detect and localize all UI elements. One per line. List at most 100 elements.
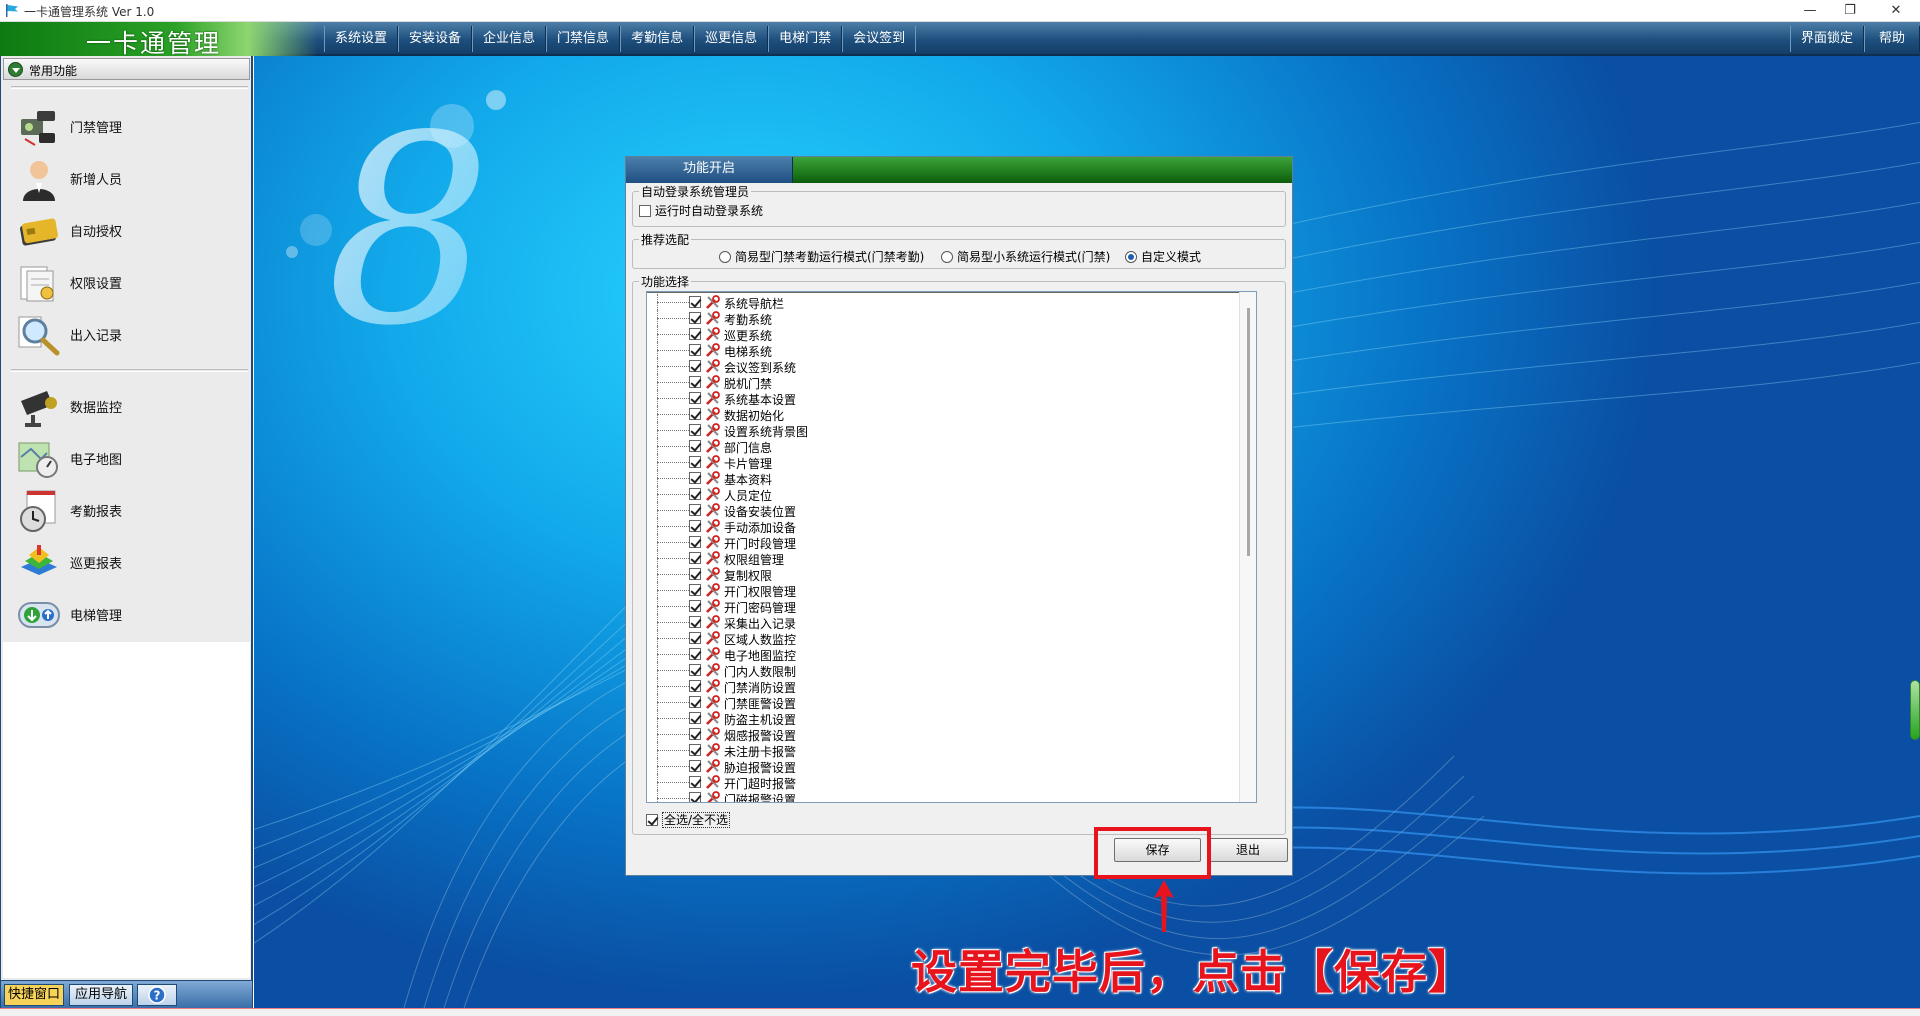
feature-item[interactable]: 考勤系统 (647, 310, 1207, 327)
tab-app-navigation[interactable]: 应用导航 (69, 984, 133, 1006)
feature-checkbox[interactable] (689, 376, 701, 388)
feature-checkbox[interactable] (689, 312, 701, 324)
feature-checkbox[interactable] (689, 488, 701, 500)
menu-attendance-info[interactable]: 考勤信息 (620, 26, 695, 52)
sidebar-item-auto-authorize[interactable]: 自动授权 (17, 205, 237, 255)
feature-checkbox[interactable] (689, 632, 701, 644)
feature-item[interactable]: 门磁报警设置 (647, 790, 1207, 802)
feature-checkbox[interactable] (689, 648, 701, 660)
feature-checkbox[interactable] (689, 760, 701, 772)
feature-checkbox[interactable] (689, 424, 701, 436)
feature-checkbox[interactable] (689, 792, 701, 802)
feature-checkbox[interactable] (689, 392, 701, 404)
help-tab[interactable]: ? (137, 984, 177, 1006)
feature-checkbox[interactable] (689, 616, 701, 628)
feature-item[interactable]: 门禁消防设置 (647, 678, 1207, 695)
mode-radio[interactable] (941, 250, 953, 263)
tree-scrollbar[interactable] (1239, 292, 1256, 802)
feature-item[interactable]: 卡片管理 (647, 454, 1207, 471)
sidebar-item-add-person[interactable]: 新增人员 (17, 153, 237, 203)
mode-option-simple-small[interactable]: 简易型小系统运行模式(门禁) (941, 248, 1110, 265)
mode-option-simple-attendance[interactable]: 简易型门禁考勤运行模式(门禁考勤) (719, 248, 924, 265)
sidebar-item-attendance-report[interactable]: 考勤报表 (17, 485, 237, 535)
feature-checkbox[interactable] (689, 520, 701, 532)
feature-item[interactable]: 电子地图监控 (647, 646, 1207, 663)
feature-checkbox[interactable] (689, 776, 701, 788)
feature-item[interactable]: 区域人数监控 (647, 630, 1207, 647)
feature-tree[interactable]: 系统导航栏 考勤系统 巡更系统 电梯系统 会议签到系统 脱机门禁 系统基本设置 数据初始化 设置… (646, 291, 1257, 803)
menu-help[interactable]: 帮助 (1863, 26, 1920, 52)
sidebar-item-e-map[interactable]: 电子地图 (17, 433, 237, 483)
tab-feature-enable[interactable]: 功能开启 (626, 157, 793, 183)
side-scroll-indicator[interactable] (1910, 680, 1920, 740)
menu-meeting-signin[interactable]: 会议签到 (842, 26, 917, 52)
feature-item[interactable]: 门内人数限制 (647, 662, 1207, 679)
feature-item[interactable]: 开门超时报警 (647, 774, 1207, 791)
restore-button[interactable]: ❐ (1827, 0, 1873, 22)
menu-lock-ui[interactable]: 界面锁定 (1789, 26, 1864, 52)
menu-elevator-access[interactable]: 电梯门禁 (768, 26, 843, 52)
feature-checkbox[interactable] (689, 728, 701, 740)
feature-item[interactable]: 烟感报警设置 (647, 726, 1207, 743)
feature-item[interactable]: 巡更系统 (647, 326, 1207, 343)
feature-item[interactable]: 开门密码管理 (647, 598, 1207, 615)
feature-item[interactable]: 未注册卡报警 (647, 742, 1207, 759)
select-all-option[interactable]: 全选/全不选 (646, 811, 731, 828)
menu-access-info[interactable]: 门禁信息 (546, 26, 621, 52)
sidebar-item-elevator[interactable]: 电梯管理 (17, 589, 237, 639)
sidebar-item-data-monitor[interactable]: 数据监控 (17, 381, 237, 431)
select-all-checkbox[interactable] (646, 813, 658, 826)
autologin-option[interactable]: 运行时自动登录系统 (639, 202, 763, 219)
feature-item[interactable]: 设置系统背景图 (647, 422, 1207, 439)
feature-item[interactable]: 开门时段管理 (647, 534, 1207, 551)
feature-checkbox[interactable] (689, 472, 701, 484)
feature-item[interactable]: 系统导航栏 (647, 294, 1207, 311)
feature-checkbox[interactable] (689, 344, 701, 356)
feature-checkbox[interactable] (689, 552, 701, 564)
sidebar-header[interactable]: 常用功能 (3, 58, 250, 80)
scrollbar-thumb[interactable] (1247, 308, 1250, 556)
feature-item[interactable]: 设备安装位置 (647, 502, 1207, 519)
feature-item[interactable]: 胁迫报警设置 (647, 758, 1207, 775)
sidebar-item-permission[interactable]: 权限设置 (17, 257, 237, 307)
sidebar-item-records[interactable]: 出入记录 (17, 309, 237, 359)
feature-checkbox[interactable] (689, 504, 701, 516)
close-button[interactable]: ✕ (1873, 0, 1919, 22)
mode-radio-selected[interactable] (1125, 250, 1137, 263)
feature-checkbox[interactable] (689, 408, 701, 420)
feature-checkbox[interactable] (689, 568, 701, 580)
feature-checkbox[interactable] (689, 664, 701, 676)
sidebar-item-patrol-report[interactable]: 巡更报表 (17, 537, 237, 587)
mode-option-custom[interactable]: 自定义模式 (1125, 248, 1201, 265)
feature-checkbox[interactable] (689, 440, 701, 452)
autologin-checkbox[interactable] (639, 204, 651, 217)
feature-item[interactable]: 手动添加设备 (647, 518, 1207, 535)
menu-patrol-info[interactable]: 巡更信息 (694, 26, 769, 52)
feature-item[interactable]: 防盗主机设置 (647, 710, 1207, 727)
feature-item[interactable]: 复制权限 (647, 566, 1207, 583)
feature-checkbox[interactable] (689, 296, 701, 308)
feature-checkbox[interactable] (689, 680, 701, 692)
feature-checkbox[interactable] (689, 584, 701, 596)
feature-item[interactable]: 系统基本设置 (647, 390, 1207, 407)
feature-item[interactable]: 人员定位 (647, 486, 1207, 503)
feature-item[interactable]: 脱机门禁 (647, 374, 1207, 391)
feature-checkbox[interactable] (689, 456, 701, 468)
feature-checkbox[interactable] (689, 328, 701, 340)
feature-item[interactable]: 数据初始化 (647, 406, 1207, 423)
sidebar-item-access-control[interactable]: 门禁管理 (17, 101, 237, 151)
feature-checkbox[interactable] (689, 360, 701, 372)
feature-item[interactable]: 权限组管理 (647, 550, 1207, 567)
feature-checkbox[interactable] (689, 536, 701, 548)
feature-item[interactable]: 会议签到系统 (647, 358, 1207, 375)
menu-company-info[interactable]: 企业信息 (472, 26, 547, 52)
feature-checkbox[interactable] (689, 744, 701, 756)
feature-checkbox[interactable] (689, 712, 701, 724)
feature-item[interactable]: 部门信息 (647, 438, 1207, 455)
feature-checkbox[interactable] (689, 600, 701, 612)
feature-item[interactable]: 电梯系统 (647, 342, 1207, 359)
mode-radio[interactable] (719, 250, 731, 263)
tab-shortcut-window[interactable]: 快捷窗口 (4, 984, 64, 1006)
feature-checkbox[interactable] (689, 696, 701, 708)
feature-item[interactable]: 采集出入记录 (647, 614, 1207, 631)
